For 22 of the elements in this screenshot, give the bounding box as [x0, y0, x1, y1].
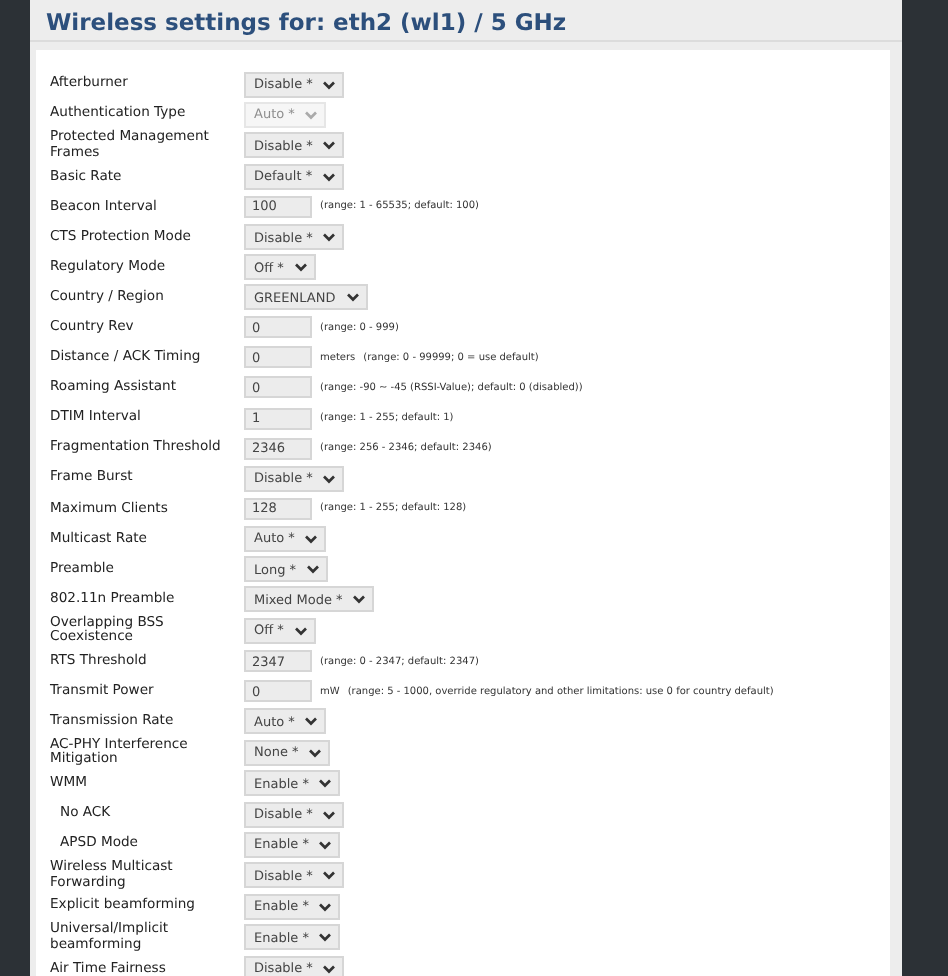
section-title: Wireless settings for: eth2 (wl1) / 5 GHz: [46, 8, 567, 36]
chevron-down-icon: [322, 232, 337, 242]
chevron-down-icon: [304, 716, 319, 727]
chevron-down-icon: [304, 109, 319, 120]
chevron-down-icon: [304, 533, 319, 544]
chevron-down-icon: [322, 963, 337, 974]
chevron-down-icon: [318, 839, 333, 850]
chevron-down-icon: [318, 778, 333, 789]
chevron-down-icon: [322, 473, 337, 484]
chevron-down-icon: [306, 564, 321, 575]
chevron-down-icon: [293, 262, 308, 273]
chevron-down-icon: [322, 79, 337, 90]
chevron-down-icon: [293, 625, 308, 636]
chevron-down-icon: [318, 932, 333, 943]
chevron-down-icon: [352, 594, 367, 605]
chevron-down-icon: [322, 140, 337, 151]
chevron-down-icon: [308, 747, 323, 758]
chevron-down-icon: [322, 171, 337, 182]
chevron-down-icon: [322, 870, 337, 881]
chevron-down-icon: [322, 809, 337, 820]
chevron-down-icon: [318, 901, 333, 912]
chevron-down-icon: [345, 292, 360, 303]
